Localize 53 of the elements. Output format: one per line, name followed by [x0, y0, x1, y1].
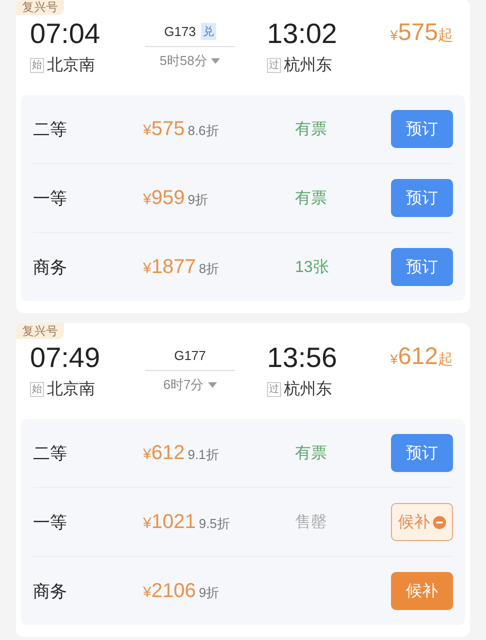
duration-toggle[interactable]: 6时7分 [163, 376, 217, 394]
seat-price: ¥1877 [143, 256, 196, 278]
arrival-station: 杭州东 [284, 56, 332, 76]
seat-price: ¥959 [143, 186, 185, 210]
ticket-status: 有票 [295, 120, 327, 138]
discount: 8折 [198, 260, 220, 278]
discount: 9.1折 [188, 446, 219, 464]
seat-price: ¥612 [143, 442, 185, 464]
seat-price: ¥2106 [143, 580, 196, 602]
waitlist-button[interactable]: 候补 [391, 503, 453, 541]
arrival-time: 13:02 [267, 17, 338, 51]
train-tag: 兑 [200, 22, 216, 40]
arrival-time: 13:56 [267, 341, 338, 375]
ticket-status: 13张 [295, 258, 329, 276]
minus-circle-icon [433, 516, 446, 528]
station-tag: 始 [30, 382, 44, 397]
arrival-station: 杭州东 [284, 380, 332, 400]
ticket-status: 有票 [295, 190, 327, 206]
departure-station: 北京南 [47, 380, 95, 400]
seat-class: 一等 [33, 512, 68, 534]
seat-price: ¥1021 [143, 510, 196, 534]
departure-time: 07:49 [30, 341, 102, 375]
caret-icon [208, 382, 217, 388]
departure-station: 北京南 [47, 56, 95, 76]
lowest-price: ¥575起 [390, 19, 453, 47]
book-button[interactable]: 预订 [391, 179, 453, 217]
ticket-status: 售罄 [295, 514, 327, 530]
train-number: G177 [174, 348, 206, 362]
seat-class: 一等 [33, 188, 68, 210]
discount: 9.5折 [198, 514, 230, 532]
waitlist-button[interactable]: 候补 [391, 572, 453, 610]
discount: 8.6折 [188, 122, 219, 140]
seat-class: 商务 [33, 580, 68, 602]
book-button[interactable]: 预订 [391, 110, 453, 148]
train-number: G173 [164, 24, 196, 38]
caret-icon [211, 58, 220, 64]
departure-time: 07:04 [30, 17, 102, 51]
station-tag: 过 [267, 58, 281, 73]
seat-class: 二等 [33, 442, 68, 464]
train-type-badge: 复兴号 [16, 323, 64, 339]
book-button[interactable]: 预订 [391, 248, 453, 286]
discount: 9折 [198, 584, 220, 602]
station-tag: 过 [267, 382, 281, 397]
train-type-badge: 复兴号 [16, 0, 64, 15]
seat-class: 商务 [33, 256, 68, 278]
station-tag: 始 [30, 58, 44, 73]
seat-class: 二等 [33, 118, 68, 140]
ticket-status: 有票 [295, 444, 327, 462]
duration-toggle[interactable]: 5时58分 [160, 52, 220, 70]
book-button[interactable]: 预订 [391, 434, 453, 472]
seat-price: ¥575 [143, 118, 185, 140]
lowest-price: ¥612起 [390, 343, 453, 371]
discount: 9折 [188, 190, 208, 208]
